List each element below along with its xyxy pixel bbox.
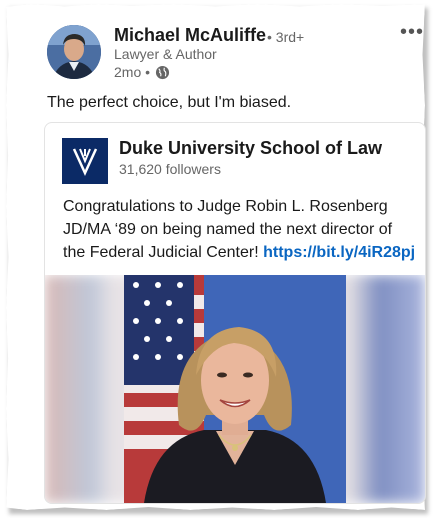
shared-text: Congratulations to Judge Robin L. Rosenb… [63, 195, 417, 264]
shared-post-card[interactable]: Duke University School of Law 31,620 fol… [44, 122, 426, 504]
post-meta: 2mo • [114, 64, 170, 80]
author-avatar[interactable] [47, 25, 101, 79]
shared-image[interactable] [45, 275, 425, 503]
globe-icon [155, 65, 170, 80]
connection-degree: • 3rd+ [267, 29, 305, 45]
duke-law-logo[interactable] [62, 138, 108, 184]
shared-link[interactable]: https://bit.ly/4iR28pj [263, 244, 415, 261]
portrait-photo [124, 275, 346, 503]
org-followers: 31,620 followers [119, 161, 221, 177]
post-text: The perfect choice, but I'm biased. [47, 94, 292, 111]
org-name[interactable]: Duke University School of Law [119, 138, 382, 159]
author-name[interactable]: Michael McAuliffe [114, 25, 266, 46]
more-options-icon[interactable]: ••• [400, 22, 424, 42]
author-headline: Lawyer & Author [114, 46, 217, 62]
post-time: 2mo • [114, 64, 151, 80]
